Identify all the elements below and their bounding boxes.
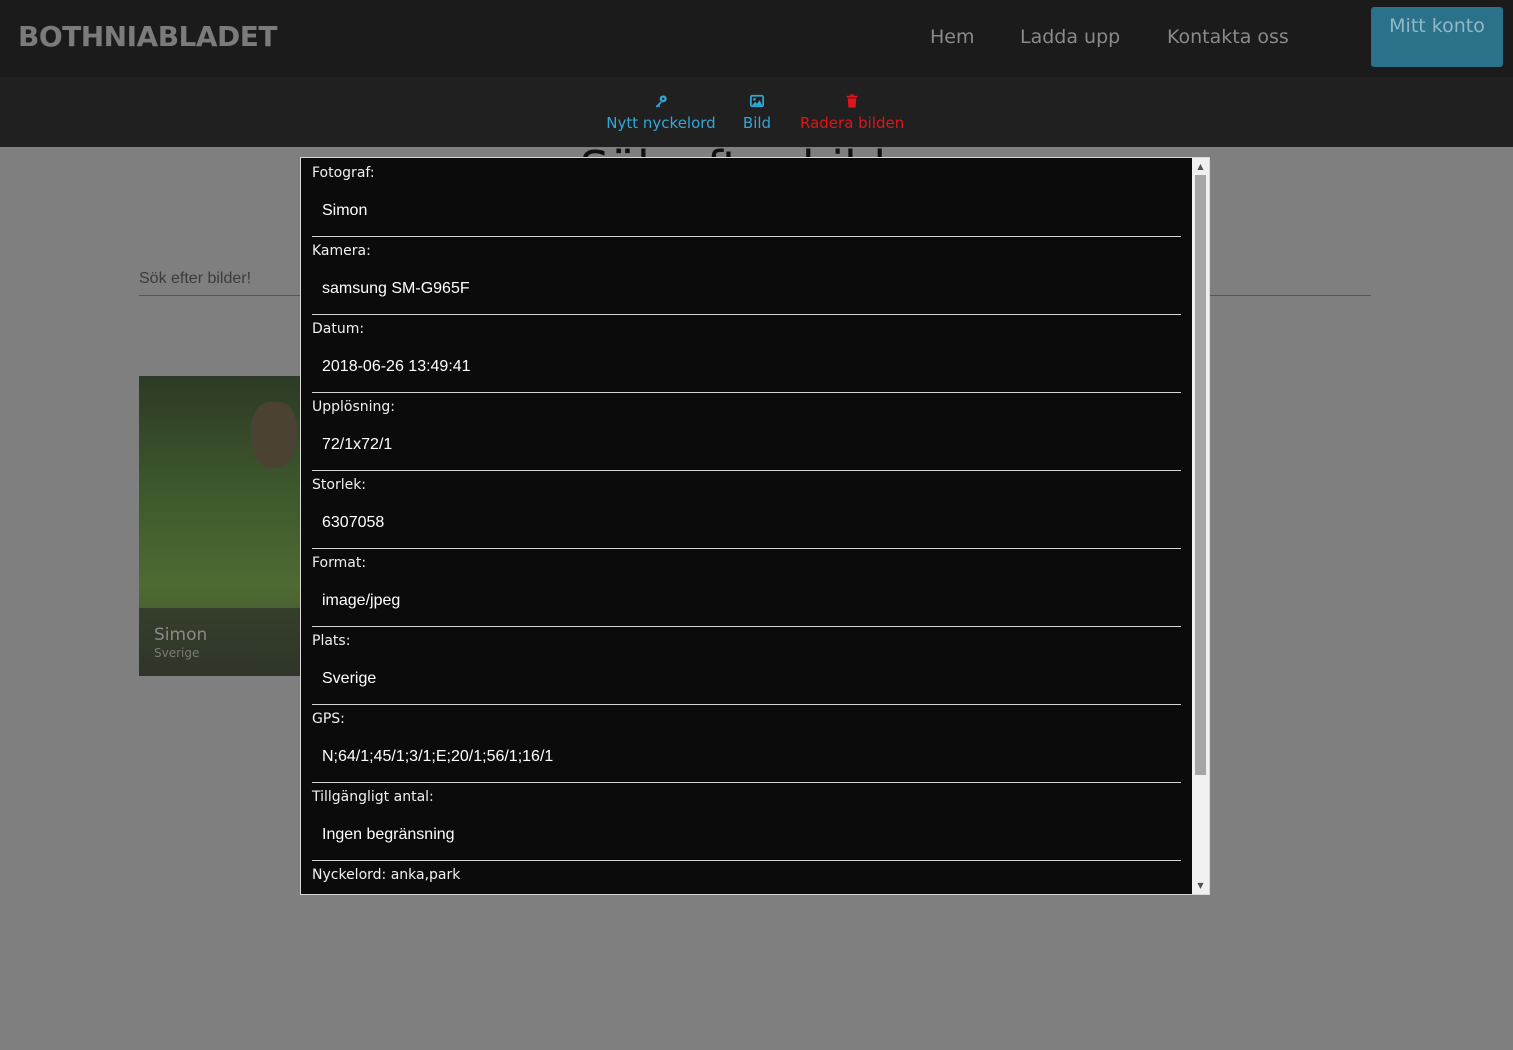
image-label: Bild — [742, 114, 772, 132]
field-label-camera: Kamera: — [312, 243, 371, 259]
field-label-available: Tillgängligt antal: — [312, 789, 434, 805]
new-keyword-label: Nytt nyckelord — [606, 114, 716, 132]
field-label-date: Datum: — [312, 321, 365, 337]
duck-shape — [251, 402, 297, 468]
field-divider — [312, 392, 1181, 393]
top-navbar: BOTHNIABLADET Hem Ladda upp Kontakta oss… — [0, 0, 1513, 77]
field-divider — [312, 470, 1181, 471]
my-account-button[interactable]: Mitt konto — [1371, 7, 1503, 67]
image-info-modal: Fotograf: Simon Kamera: samsung SM-G965F… — [300, 157, 1210, 895]
field-divider — [312, 314, 1181, 315]
field-divider — [312, 548, 1181, 549]
field-value-format: image/jpeg — [322, 592, 401, 609]
image-button[interactable]: Bild — [737, 94, 777, 132]
delete-label: Radera bilden — [800, 114, 905, 132]
field-divider — [312, 782, 1181, 783]
field-value-resolution: 72/1x72/1 — [322, 436, 393, 453]
field-value-size: 6307058 — [322, 514, 385, 531]
field-value-photographer: Simon — [322, 202, 368, 219]
field-value-available: Ingen begränsning — [322, 826, 455, 843]
image-icon — [737, 94, 777, 112]
modal-scrollbar[interactable]: ▲ ▼ — [1192, 158, 1209, 894]
brand-logo[interactable]: BOTHNIABLADET — [18, 20, 278, 53]
field-value-date: 2018-06-26 13:49:41 — [322, 358, 471, 375]
scroll-up-icon[interactable]: ▲ — [1192, 158, 1209, 175]
field-divider — [312, 626, 1181, 627]
field-divider — [312, 704, 1181, 705]
keywords-text: Nyckelord: anka,park — [312, 867, 461, 883]
field-label-photographer: Fotograf: — [312, 165, 375, 181]
nav-link-upload[interactable]: Ladda upp — [1020, 26, 1120, 48]
field-value-location: Sverige — [322, 670, 377, 687]
scroll-thumb[interactable] — [1195, 175, 1206, 775]
search-placeholder: Sök efter bilder! — [139, 270, 252, 287]
trash-icon — [800, 94, 904, 112]
field-label-format: Format: — [312, 555, 367, 571]
thumbnail-location: Sverige — [154, 646, 200, 660]
field-value-gps: N;64/1;45/1;3/1;E;20/1;56/1;16/1 — [322, 748, 554, 765]
field-value-camera: samsung SM-G965F — [322, 280, 470, 297]
nav-link-home[interactable]: Hem — [930, 26, 975, 48]
nav-link-contact[interactable]: Kontakta oss — [1167, 26, 1289, 48]
scroll-down-icon[interactable]: ▼ — [1192, 877, 1209, 894]
key-icon — [606, 94, 716, 112]
field-label-location: Plats: — [312, 633, 351, 649]
new-keyword-button[interactable]: Nytt nyckelord — [606, 94, 716, 132]
delete-image-button[interactable]: Radera bilden — [800, 94, 904, 132]
field-divider — [312, 860, 1181, 861]
modal-content: Fotograf: Simon Kamera: samsung SM-G965F… — [301, 158, 1192, 894]
field-label-gps: GPS: — [312, 711, 345, 727]
field-label-size: Storlek: — [312, 477, 367, 493]
image-toolbar: Nytt nyckelord Bild Radera bilden — [0, 77, 1513, 147]
thumbnail-photographer: Simon — [154, 625, 208, 645]
field-label-resolution: Upplösning: — [312, 399, 396, 415]
field-divider — [312, 236, 1181, 237]
